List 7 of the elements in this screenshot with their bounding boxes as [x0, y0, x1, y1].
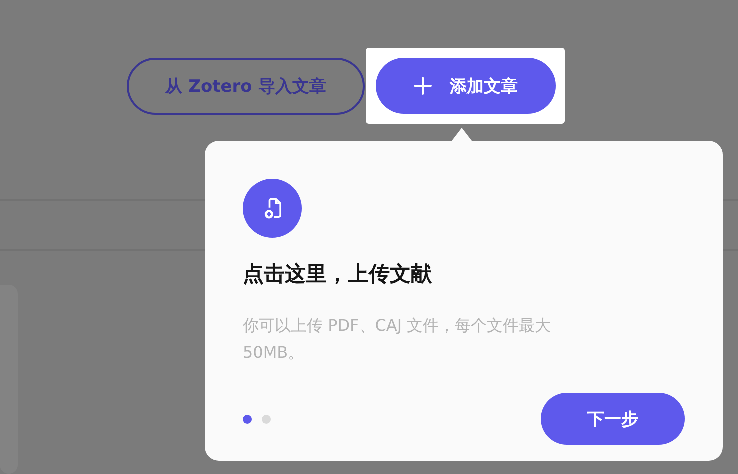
tooltip-title: 点击这里，上传文献 [243, 261, 433, 288]
add-button[interactable]: 添加文章 [376, 58, 556, 114]
step-dot[interactable] [262, 414, 271, 424]
step-dot[interactable] [243, 414, 252, 424]
next-button[interactable]: 下一步 [541, 393, 685, 445]
tooltip-description: 你可以上传 PDF、CAJ 文件，每个文件最大 50MB。 [243, 315, 552, 364]
plus-icon [414, 77, 432, 95]
